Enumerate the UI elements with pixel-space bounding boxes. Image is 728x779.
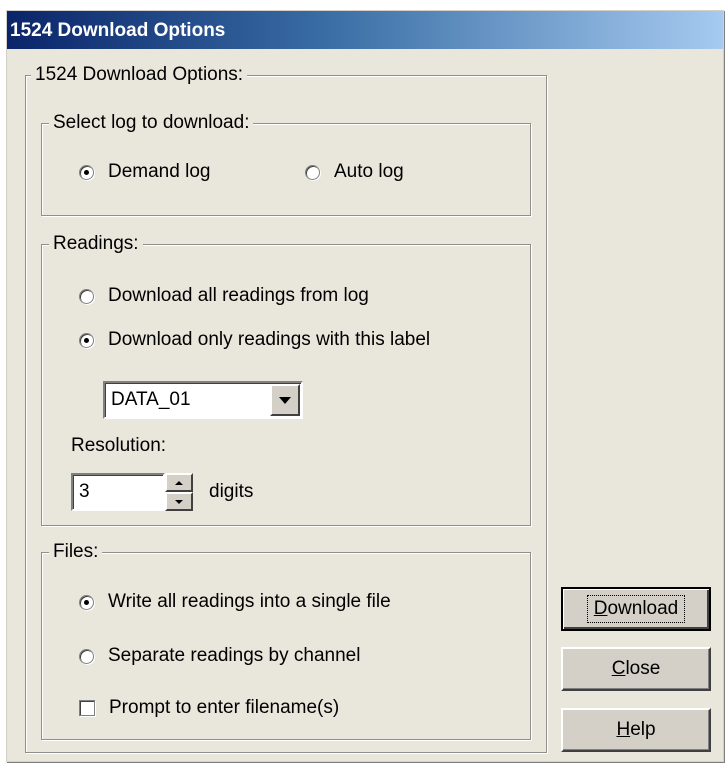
arrow-up-icon	[175, 480, 183, 485]
demand-log-label: Demand log	[108, 161, 211, 182]
radio-indicator[interactable]	[79, 288, 94, 304]
separate-channel-label: Separate readings by channel	[108, 645, 361, 666]
resolution-input[interactable]: 3	[71, 473, 165, 511]
radio-indicator[interactable]	[79, 164, 94, 180]
readings-group-label: Readings:	[49, 233, 143, 255]
auto-log-radio[interactable]: Auto log	[305, 161, 404, 183]
radio-indicator[interactable]	[79, 594, 94, 610]
prompt-filename-checkbox[interactable]: Prompt to enter filename(s)	[79, 697, 339, 719]
spin-up-button[interactable]	[165, 473, 193, 492]
close-button[interactable]: Close	[561, 647, 711, 691]
reading-label-value: DATA_01	[111, 389, 191, 410]
spin-down-button[interactable]	[165, 492, 193, 511]
dropdown-button[interactable]	[270, 384, 300, 416]
main-options-group-label: 1524 Download Options:	[31, 64, 248, 86]
demand-log-radio[interactable]: Demand log	[79, 161, 210, 183]
resolution-label: Resolution:	[71, 435, 167, 456]
resolution-unit: digits	[209, 481, 254, 502]
single-file-radio[interactable]: Write all readings into a single file	[79, 591, 391, 613]
separate-channel-radio[interactable]: Separate readings by channel	[79, 645, 360, 667]
resolution-value: 3	[79, 481, 90, 502]
radio-indicator[interactable]	[79, 332, 94, 348]
radio-indicator[interactable]	[305, 164, 320, 180]
reading-label-select[interactable]: DATA_01	[103, 381, 303, 419]
download-button[interactable]: Download	[561, 587, 711, 631]
chevron-down-icon	[279, 396, 291, 404]
download-button-label: Download	[586, 595, 686, 623]
download-labeled-radio[interactable]: Download only readings with this label	[79, 329, 430, 351]
close-button-label: Close	[611, 658, 661, 679]
log-select-group-label: Select log to download:	[49, 112, 254, 134]
resolution-spinner[interactable]	[165, 473, 193, 511]
download-labeled-label: Download only readings with this label	[108, 329, 431, 350]
download-options-dialog: 1524 Download Options 1524 Download Opti…	[6, 10, 724, 762]
auto-log-label: Auto log	[334, 161, 404, 182]
prompt-filename-label: Prompt to enter filename(s)	[109, 697, 340, 718]
download-all-label: Download all readings from log	[108, 285, 369, 306]
files-group-label: Files:	[49, 541, 103, 563]
window-title: 1524 Download Options	[7, 11, 723, 49]
help-button-label: Help	[616, 719, 656, 740]
radio-indicator[interactable]	[79, 648, 94, 664]
checkbox-box[interactable]	[79, 700, 95, 716]
download-all-radio[interactable]: Download all readings from log	[79, 285, 369, 307]
help-button[interactable]: Help	[561, 708, 711, 752]
single-file-label: Write all readings into a single file	[108, 591, 391, 612]
arrow-down-icon	[175, 499, 183, 504]
